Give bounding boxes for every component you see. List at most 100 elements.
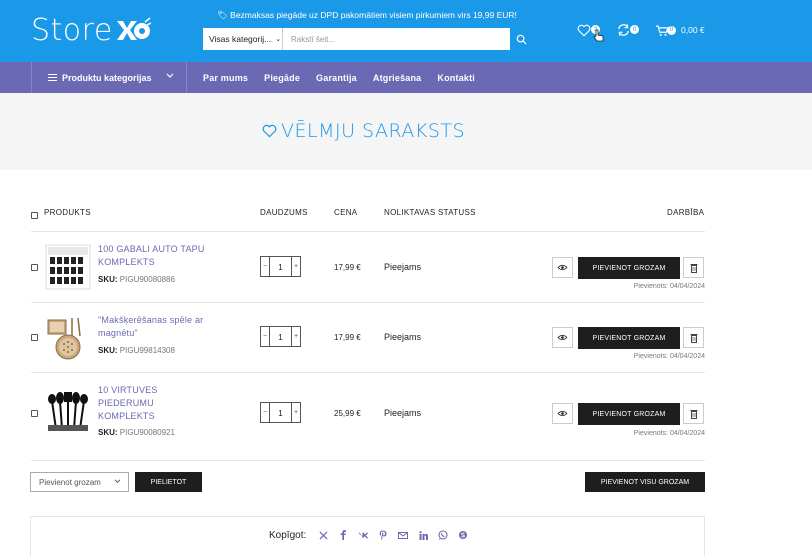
trash-icon (690, 333, 697, 343)
vk-icon[interactable] (353, 532, 373, 539)
bulk-action-value: Pievienot grozam (39, 477, 101, 487)
skype-icon[interactable] (453, 530, 473, 540)
quantity-input[interactable]: 1 (269, 327, 292, 346)
added-date: Pievienots: 04/04/2024 (633, 430, 705, 437)
sku-label: SKU: (98, 346, 118, 355)
divider (31, 372, 705, 373)
heart-icon (577, 24, 591, 37)
column-header-qty: DAUDZUMS (260, 208, 308, 217)
eye-icon (557, 334, 568, 341)
store-logo[interactable]: Store (31, 12, 151, 48)
nav-link-warranty[interactable]: Garantija (316, 73, 357, 83)
chevron-down-icon: ⌄ (275, 36, 282, 43)
search-input[interactable]: Rakstī šeit... (283, 35, 510, 44)
hamburger-icon (48, 74, 57, 81)
divider (31, 231, 705, 232)
quick-view-button[interactable] (552, 403, 573, 424)
wishlist-button[interactable]: 3 (577, 21, 604, 42)
row-checkbox[interactable] (31, 334, 38, 341)
quantity-increase-button[interactable]: + (292, 257, 300, 276)
product-image-kitchen-utensils[interactable] (44, 389, 92, 437)
quantity-decrease-button[interactable]: − (261, 327, 269, 346)
nav-link-about[interactable]: Par mums (203, 73, 248, 83)
cart-button[interactable]: 0 0,00 € (655, 21, 715, 39)
search-bar: Visas kategorij... ⌄ Rakstī šeit... (203, 28, 510, 50)
facebook-icon[interactable] (333, 530, 353, 540)
product-image-car-clips[interactable] (44, 243, 92, 291)
nav-links: Par mums Piegāde Garantija Atgriešana Ko… (203, 62, 491, 93)
chevron-down-icon (114, 479, 121, 484)
column-header-action: DARBĪBA (667, 208, 705, 217)
quick-view-button[interactable] (552, 327, 573, 348)
search-button[interactable] (511, 28, 531, 50)
divider (31, 302, 705, 303)
logo-text: Store (31, 12, 113, 48)
product-sku: SKU: PIGU90080886 (98, 275, 175, 284)
stock-status: Pieejams (384, 332, 422, 342)
pinterest-icon[interactable] (373, 530, 393, 540)
add-all-to-cart-button[interactable]: PIEVIENOT VISU GROZAM (585, 472, 705, 492)
quick-view-button[interactable] (552, 257, 573, 278)
sku-value: PIGU90080921 (119, 428, 175, 437)
hand-cursor-icon (593, 29, 604, 42)
linkedin-icon[interactable] (413, 530, 433, 540)
select-all-checkbox[interactable] (31, 212, 38, 219)
share-icons (313, 530, 473, 540)
quantity-increase-button[interactable]: + (292, 403, 300, 422)
product-name-link[interactable]: 100 GABALI AUTO TAPU KOMPLEKTS (98, 243, 205, 269)
product-name-line: 100 GABALI AUTO TAPU (98, 244, 205, 254)
quantity-input[interactable]: 1 (269, 257, 292, 276)
row-checkbox[interactable] (31, 264, 38, 271)
heart-icon (262, 124, 277, 138)
remove-button[interactable] (683, 257, 704, 278)
nav-link-contacts[interactable]: Kontakti (437, 73, 475, 83)
whatsapp-icon[interactable] (433, 530, 453, 540)
quantity-decrease-button[interactable]: − (261, 403, 269, 422)
compare-count-badge: 0 (630, 25, 639, 34)
add-to-cart-button[interactable]: PIEVIENOT GROZAM (578, 257, 680, 279)
nav-link-returns[interactable]: Atgriešana (373, 73, 422, 83)
product-name-line: magnētu" (98, 328, 138, 338)
product-name-link[interactable]: 10 VIRTUVES PIEDERUMU KOMPLEKTS (98, 384, 158, 423)
quantity-decrease-button[interactable]: − (261, 257, 269, 276)
remove-button[interactable] (683, 403, 704, 424)
product-name-link[interactable]: "Makšķerēšanas spēle ar magnētu" (98, 314, 203, 340)
main-nav: Produktu kategorijas Par mums Piegāde Ga… (0, 62, 812, 93)
added-date: Pievienots: 04/04/2024 (633, 353, 705, 360)
bulk-action-select[interactable]: Pievienot grozam (30, 472, 129, 492)
product-image-fishing-game[interactable] (44, 314, 92, 362)
product-name-line: 10 VIRTUVES (98, 385, 158, 395)
sku-label: SKU: (98, 275, 118, 284)
promo-text: 🏷 Bezmaksas piegāde uz DPD pakomātiem vi… (217, 10, 517, 20)
categories-menu-button[interactable]: Produktu kategorijas (31, 62, 187, 93)
apply-button[interactable]: PIELIETOT (135, 472, 202, 492)
logo-mark-icon (116, 17, 151, 40)
compare-button[interactable]: 0 (616, 21, 640, 39)
row-checkbox[interactable] (31, 410, 38, 417)
chevron-down-icon (166, 73, 174, 78)
add-to-cart-button[interactable]: PIEVIENOT GROZAM (578, 403, 680, 425)
quantity-stepper: − 1 + (260, 402, 301, 423)
quantity-stepper: − 1 + (260, 256, 301, 277)
email-icon[interactable] (393, 531, 413, 539)
product-name-line: PIEDERUMU (98, 398, 154, 408)
search-category-select[interactable]: Visas kategorij... ⌄ (203, 28, 283, 50)
product-price: 25,99 € (334, 409, 361, 418)
quantity-input[interactable]: 1 (269, 403, 292, 422)
eye-icon (557, 264, 568, 271)
added-date: Pievienots: 04/04/2024 (633, 283, 705, 290)
remove-button[interactable] (683, 327, 704, 348)
site-header: Store 🏷 Bezmaksas piegāde uz DPD pakomāt… (0, 0, 812, 62)
divider (31, 460, 705, 461)
product-sku: SKU: PIGU99814308 (98, 346, 175, 355)
sku-value: PIGU99814308 (119, 346, 175, 355)
categories-label: Produktu kategorijas (62, 72, 152, 83)
quantity-increase-button[interactable]: + (292, 327, 300, 346)
add-to-cart-button[interactable]: PIEVIENOT GROZAM (578, 327, 680, 349)
product-sku: SKU: PIGU90080921 (98, 428, 175, 437)
x-icon[interactable] (313, 530, 333, 540)
sku-label: SKU: (98, 428, 118, 437)
column-header-stock: NOLIKTAVAS STATUSS (384, 208, 476, 217)
nav-link-delivery[interactable]: Piegāde (264, 73, 300, 83)
product-name-line: KOMPLEKTS (98, 411, 155, 421)
